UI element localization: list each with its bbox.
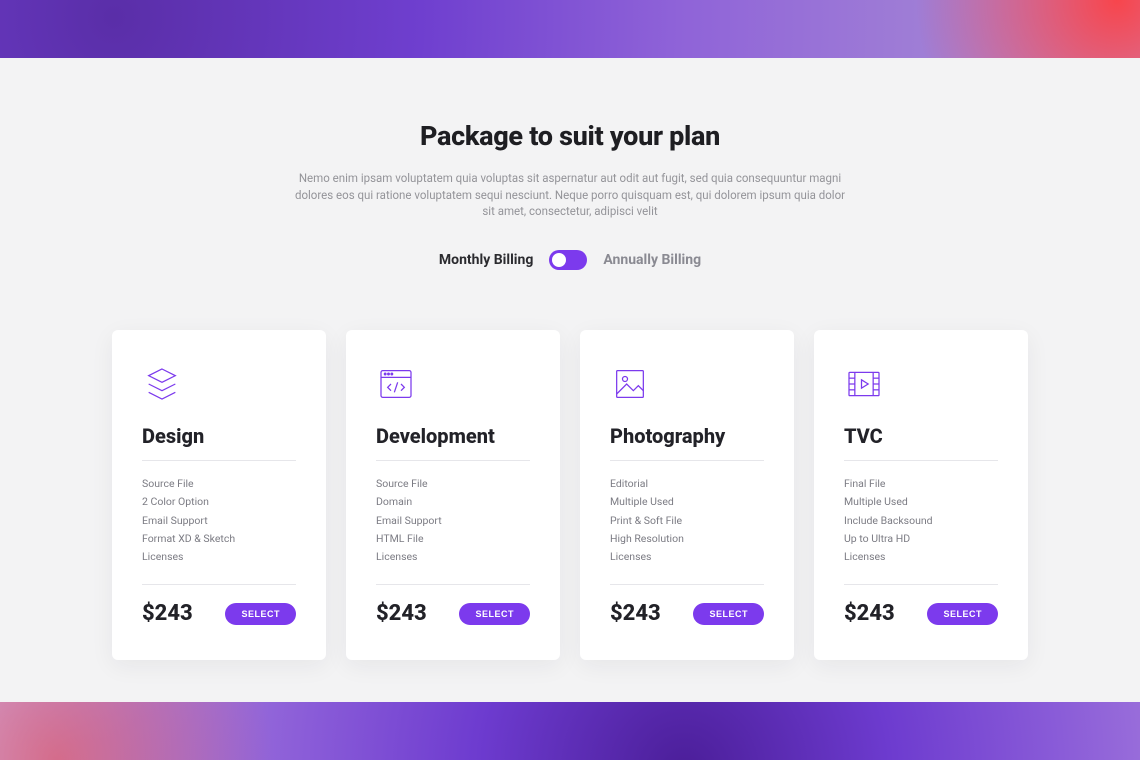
monthly-billing-label: Monthly Billing [439, 252, 533, 268]
card-title: Design [142, 424, 296, 461]
feature-item: High Resolution [610, 530, 764, 548]
feature-item: Domain [376, 493, 530, 511]
feature-list: Source File Domain Email Support HTML Fi… [376, 475, 530, 566]
page-title: Package to suit your plan [0, 120, 1140, 152]
card-footer: $243 SELECT [376, 584, 530, 626]
feature-item: Email Support [376, 512, 530, 530]
hero-top-banner [0, 0, 1140, 58]
feature-item: HTML File [376, 530, 530, 548]
feature-item: Licenses [376, 548, 530, 566]
annually-billing-label: Annually Billing [603, 252, 701, 268]
feature-item: Include Backsound [844, 512, 998, 530]
feature-list: Editorial Multiple Used Print & Soft Fil… [610, 475, 764, 566]
feature-item: Source File [142, 475, 296, 493]
select-button[interactable]: SELECT [927, 603, 998, 625]
price-label: $243 [610, 601, 661, 626]
feature-item: Up to Ultra HD [844, 530, 998, 548]
feature-item: Editorial [610, 475, 764, 493]
card-footer: $243 SELECT [142, 584, 296, 626]
select-button[interactable]: SELECT [459, 603, 530, 625]
pricing-card-design: Design Source File 2 Color Option Email … [112, 330, 326, 660]
price-label: $243 [376, 601, 427, 626]
feature-item: Print & Soft File [610, 512, 764, 530]
select-button[interactable]: SELECT [693, 603, 764, 625]
feature-item: Licenses [844, 548, 998, 566]
card-title: Development [376, 424, 530, 461]
layers-icon [142, 364, 296, 404]
billing-toggle-row: Monthly Billing Annually Billing [0, 250, 1140, 270]
feature-list: Final File Multiple Used Include Backsou… [844, 475, 998, 566]
feature-list: Source File 2 Color Option Email Support… [142, 475, 296, 566]
image-icon [610, 364, 764, 404]
card-title: Photography [610, 424, 764, 461]
film-play-icon [844, 364, 998, 404]
feature-item: Format XD & Sketch [142, 530, 296, 548]
feature-item: Multiple Used [610, 493, 764, 511]
card-footer: $243 SELECT [844, 584, 998, 626]
select-button[interactable]: SELECT [225, 603, 296, 625]
card-title: TVC [844, 424, 998, 461]
pricing-section: Package to suit your plan Nemo enim ipsa… [0, 58, 1140, 660]
pricing-card-photography: Photography Editorial Multiple Used Prin… [580, 330, 794, 660]
hero-bottom-banner [0, 702, 1140, 760]
price-label: $243 [844, 601, 895, 626]
feature-item: Source File [376, 475, 530, 493]
pricing-cards: Design Source File 2 Color Option Email … [0, 330, 1140, 660]
card-footer: $243 SELECT [610, 584, 764, 626]
page-subtext: Nemo enim ipsam voluptatem quia voluptas… [290, 170, 850, 220]
code-window-icon [376, 364, 530, 404]
feature-item: Final File [844, 475, 998, 493]
feature-item: Licenses [142, 548, 296, 566]
feature-item: Licenses [610, 548, 764, 566]
feature-item: Email Support [142, 512, 296, 530]
price-label: $243 [142, 601, 193, 626]
feature-item: 2 Color Option [142, 493, 296, 511]
feature-item: Multiple Used [844, 493, 998, 511]
pricing-card-tvc: TVC Final File Multiple Used Include Bac… [814, 330, 1028, 660]
pricing-card-development: Development Source File Domain Email Sup… [346, 330, 560, 660]
billing-toggle[interactable] [549, 250, 587, 270]
